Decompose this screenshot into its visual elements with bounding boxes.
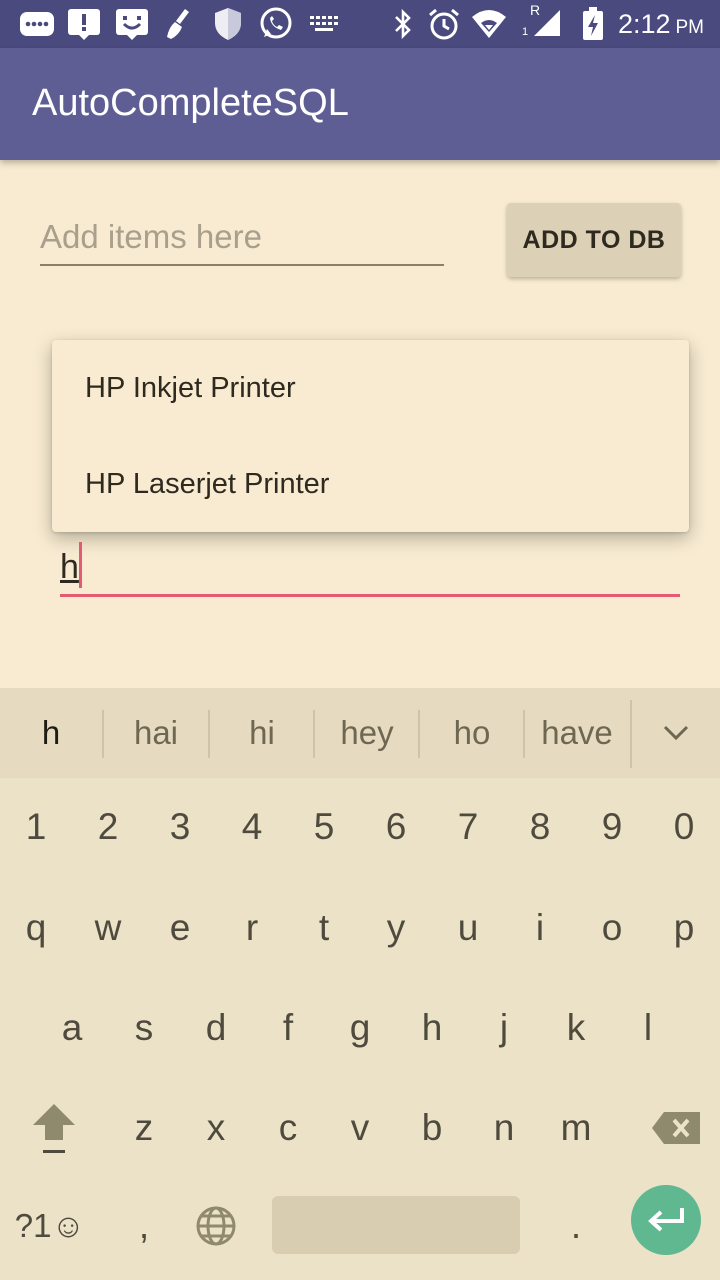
key[interactable]: k — [546, 993, 606, 1063]
key[interactable]: f — [258, 993, 318, 1063]
key[interactable]: 0 — [654, 792, 714, 862]
suggestion-item[interactable]: HP Laserjet Printer — [52, 436, 689, 532]
status-clock: 2:12 PM — [618, 0, 704, 48]
soft-keyboard: h hai hi hey ho have 1234567890 qwertyui… — [0, 688, 720, 1280]
autocomplete-dropdown: HP Inkjet Printer HP Laserjet Printer — [52, 340, 689, 532]
keyboard-suggestion[interactable]: hai — [104, 688, 208, 778]
keyboard-icon — [306, 6, 342, 42]
autocomplete-value: h — [60, 548, 79, 586]
key[interactable]: x — [186, 1093, 246, 1163]
keyboard-suggestion[interactable]: ho — [420, 688, 524, 778]
key[interactable]: u — [438, 893, 498, 963]
backspace-key[interactable] — [636, 1098, 716, 1158]
key[interactable]: s — [114, 993, 174, 1063]
key[interactable]: p — [654, 893, 714, 963]
key[interactable]: a — [42, 993, 102, 1063]
alert-icon — [66, 6, 102, 42]
clock-time: 2:12 — [617, 9, 671, 39]
clock-ampm: PM — [675, 17, 705, 38]
enter-icon — [648, 1208, 684, 1232]
whatsapp-icon — [258, 6, 294, 42]
keyboard-notification-icon — [18, 6, 56, 42]
text-cursor — [79, 542, 82, 588]
keyboard-suggestion[interactable]: hey — [315, 688, 419, 778]
key[interactable]: n — [474, 1093, 534, 1163]
space-bar[interactable] — [272, 1196, 520, 1254]
key[interactable]: e — [150, 893, 210, 963]
key[interactable]: i — [510, 893, 570, 963]
key[interactable]: v — [330, 1093, 390, 1163]
key[interactable]: o — [582, 893, 642, 963]
key[interactable]: j — [474, 993, 534, 1063]
key[interactable]: w — [78, 893, 138, 963]
key[interactable]: 2 — [78, 792, 138, 862]
shield-icon — [212, 6, 244, 42]
keyboard-suggestion[interactable]: h — [0, 688, 102, 778]
key[interactable]: r — [222, 893, 282, 963]
key[interactable]: 5 — [294, 792, 354, 862]
globe-icon[interactable] — [186, 1196, 246, 1256]
app-title: AutoCompleteSQL — [32, 82, 349, 124]
battery-charging-icon — [580, 6, 606, 42]
key[interactable]: 3 — [150, 792, 210, 862]
wifi-icon — [470, 6, 508, 42]
key[interactable]: y — [366, 893, 426, 963]
signal-icon: R 1 — [520, 2, 564, 42]
autocomplete-input[interactable]: h — [60, 540, 680, 597]
bot-icon — [114, 6, 150, 42]
keyboard-suggestion[interactable]: hi — [210, 688, 314, 778]
keyboard-suggestion[interactable]: have — [525, 688, 629, 778]
bluetooth-icon — [390, 6, 416, 42]
enter-key[interactable] — [631, 1185, 701, 1255]
key[interactable]: d — [186, 993, 246, 1063]
key[interactable]: 1 — [6, 792, 66, 862]
suggestion-strip: h hai hi hey ho have — [0, 688, 720, 778]
add-to-db-button[interactable]: ADD TO DB — [507, 203, 681, 277]
key[interactable]: l — [618, 993, 678, 1063]
key[interactable]: 6 — [366, 792, 426, 862]
key[interactable]: 7 — [438, 792, 498, 862]
key[interactable]: c — [258, 1093, 318, 1163]
broom-icon — [162, 6, 198, 42]
key[interactable]: 8 — [510, 792, 570, 862]
key[interactable]: g — [330, 993, 390, 1063]
key[interactable]: 4 — [222, 792, 282, 862]
key[interactable]: z — [114, 1093, 174, 1163]
app-bar: AutoCompleteSQL — [0, 48, 720, 160]
comma-key[interactable]: , — [124, 1198, 164, 1254]
period-key[interactable]: . — [556, 1198, 596, 1254]
key[interactable]: 9 — [582, 792, 642, 862]
status-bar: R 1 2:12 PM — [0, 0, 720, 48]
key[interactable]: q — [6, 893, 66, 963]
add-items-input[interactable]: Add items here — [40, 210, 444, 266]
key[interactable]: h — [402, 993, 462, 1063]
suggestion-item[interactable]: HP Inkjet Printer — [52, 340, 689, 436]
key[interactable]: t — [294, 893, 354, 963]
symbols-key[interactable]: ?1☺ — [8, 1198, 92, 1254]
key[interactable]: m — [546, 1093, 606, 1163]
shift-key[interactable] — [22, 1098, 86, 1158]
key[interactable]: b — [402, 1093, 462, 1163]
chevron-down-icon[interactable] — [632, 688, 720, 778]
alarm-icon — [426, 6, 462, 42]
